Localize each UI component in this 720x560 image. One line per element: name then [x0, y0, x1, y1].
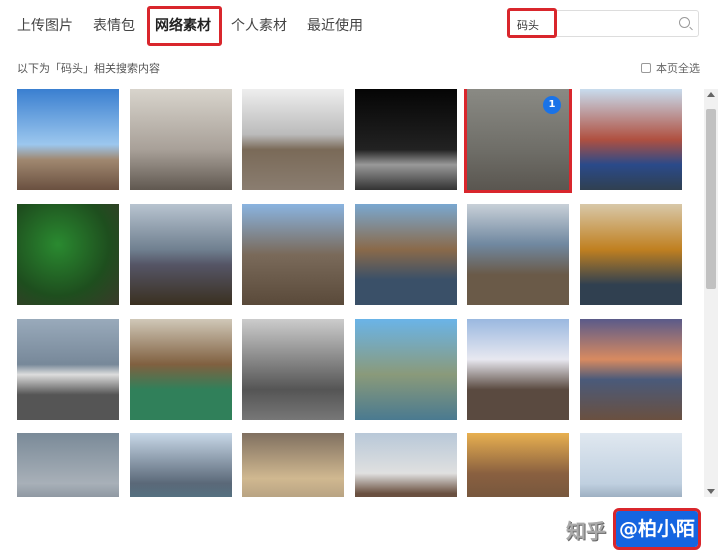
image-tile[interactable]: [242, 319, 344, 420]
image-tile[interactable]: [17, 89, 119, 190]
image-tile[interactable]: [467, 204, 569, 305]
tab-recent[interactable]: 最近使用: [307, 12, 363, 38]
image-tile[interactable]: [242, 433, 344, 497]
image-tile[interactable]: [17, 204, 119, 305]
image-tile[interactable]: [355, 89, 457, 190]
tab-stickers[interactable]: 表情包: [93, 12, 135, 38]
image-tile[interactable]: [467, 433, 569, 497]
select-all-checkbox[interactable]: 本页全选: [641, 60, 700, 76]
selection-badge: 1: [543, 96, 561, 114]
image-tile[interactable]: [355, 433, 457, 497]
image-tile[interactable]: [580, 319, 682, 420]
tab-upload[interactable]: 上传图片: [17, 12, 73, 38]
confirm-button[interactable]: @柏小陌: [613, 508, 701, 550]
image-tile[interactable]: [580, 89, 682, 190]
tab-personal-assets[interactable]: 个人素材: [231, 12, 287, 38]
search-hint: 以下为「码头」相关搜索内容: [17, 62, 160, 75]
image-tile[interactable]: [580, 433, 682, 497]
image-grid: 1: [17, 89, 703, 497]
scroll-up-icon[interactable]: [707, 92, 715, 97]
scrollbar[interactable]: [704, 89, 718, 497]
scroll-down-icon[interactable]: [707, 489, 715, 494]
watermark-site: 知乎: [566, 519, 606, 543]
image-tile[interactable]: [355, 319, 457, 420]
checkbox-icon: [641, 63, 651, 73]
image-tile[interactable]: [467, 319, 569, 420]
image-tile[interactable]: [242, 204, 344, 305]
image-tile[interactable]: 1: [464, 89, 572, 193]
select-all-label: 本页全选: [656, 62, 700, 75]
image-tile[interactable]: [17, 319, 119, 420]
search-highlight: [507, 8, 557, 38]
image-tile[interactable]: [242, 89, 344, 190]
search-icon[interactable]: [679, 17, 690, 28]
image-tile[interactable]: [130, 89, 232, 190]
tab-highlight: [147, 6, 222, 46]
image-tile[interactable]: [130, 204, 232, 305]
image-tile[interactable]: [17, 433, 119, 497]
image-tile[interactable]: [130, 433, 232, 497]
image-tile[interactable]: [355, 204, 457, 305]
image-tile[interactable]: [130, 319, 232, 420]
scrollbar-thumb[interactable]: [706, 109, 716, 289]
image-tile[interactable]: [580, 204, 682, 305]
